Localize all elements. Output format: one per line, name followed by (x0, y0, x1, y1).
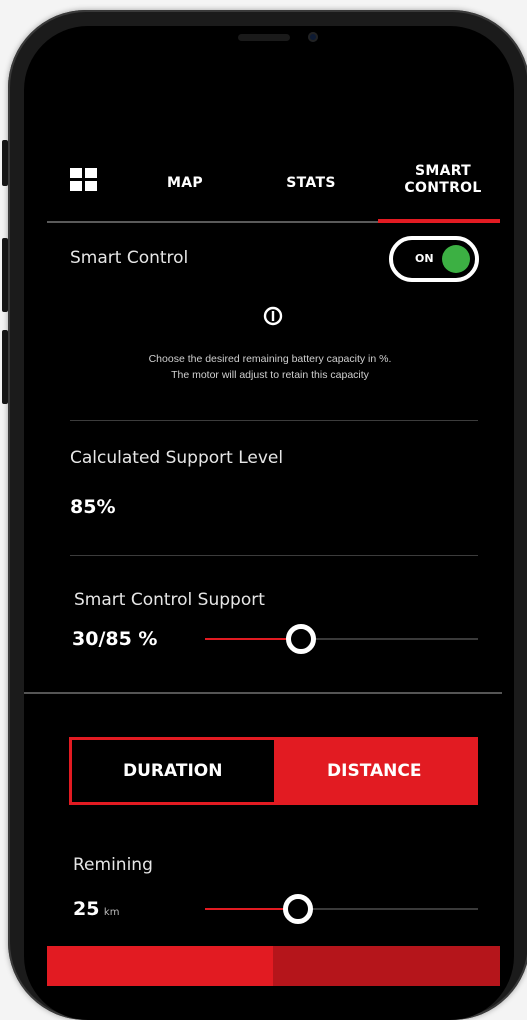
speaker (237, 34, 290, 41)
tab-smart-control[interactable]: SMART CONTROL (398, 163, 488, 197)
remaining-slider-knob[interactable] (282, 894, 313, 924)
calculated-support-value: 85% (70, 496, 116, 518)
tab-active-indicator (378, 219, 500, 223)
description-line-2: The motor will adjust to retain this cap… (171, 369, 369, 381)
bottom-secondary-button[interactable] (273, 946, 500, 986)
distance-option[interactable]: DISTANCE (273, 740, 475, 802)
dashboard-grid-icon[interactable] (70, 168, 98, 192)
section-divider (70, 555, 478, 556)
remaining-unit: km (103, 907, 120, 918)
duration-option[interactable]: DURATION (72, 740, 274, 802)
section-divider (70, 420, 478, 421)
tab-map[interactable]: MAP (160, 175, 210, 192)
calculated-support-label: Calculated Support Level (70, 448, 284, 468)
info-icon[interactable] (263, 306, 283, 326)
tab-stats[interactable]: STATS (280, 175, 342, 192)
mode-segmented-control: DURATION DISTANCE (69, 737, 478, 805)
smart-control-support-value: 30/85 % (72, 628, 158, 650)
toggle-state-label: ON (415, 252, 434, 265)
toggle-knob (442, 245, 470, 273)
support-slider-knob[interactable] (285, 624, 316, 654)
description-line-1: Choose the desired remaining battery cap… (148, 353, 392, 365)
section-divider (24, 692, 502, 694)
smart-control-label: Smart Control (70, 248, 189, 268)
smart-control-toggle[interactable]: ON (389, 236, 479, 282)
smart-control-support-label: Smart Control Support (74, 590, 265, 610)
front-camera (307, 32, 318, 42)
app-screen: MAP STATS SMART CONTROL Smart Control ON… (0, 0, 527, 986)
notch (158, 26, 369, 56)
remaining-value-group: 25 km (73, 898, 119, 920)
remaining-label: Remining (73, 855, 153, 875)
remaining-value: 25 (73, 898, 100, 920)
bottom-primary-button[interactable] (47, 946, 273, 986)
